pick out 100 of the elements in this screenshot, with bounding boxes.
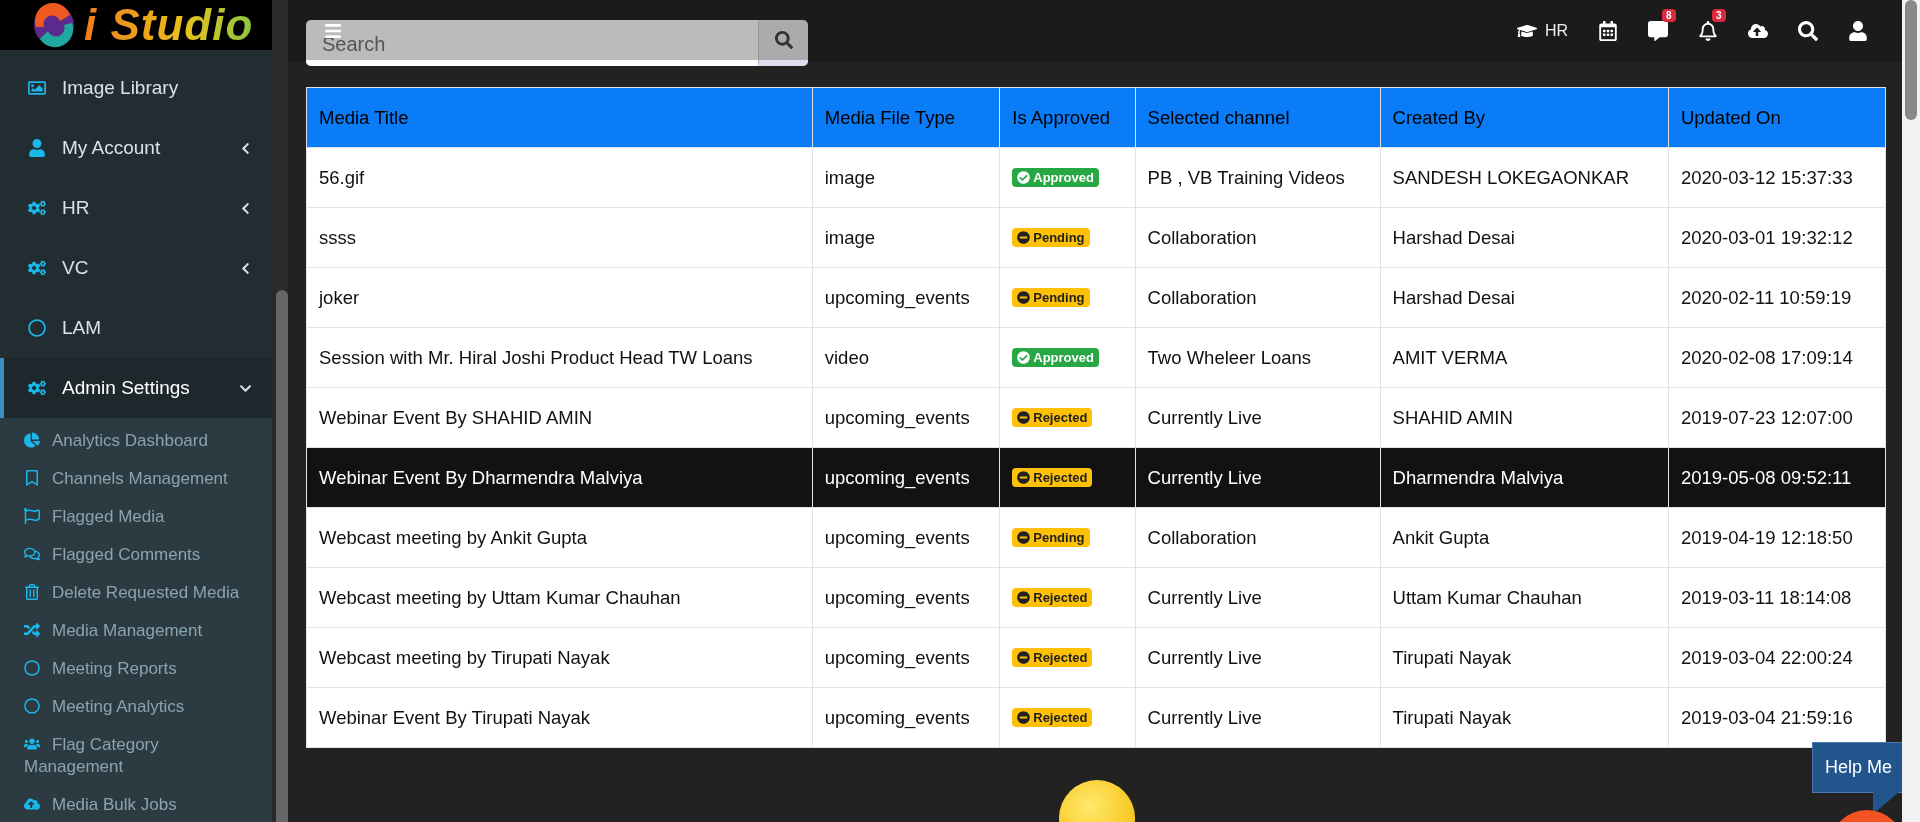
table-cell: upcoming_events [812,447,1000,508]
table-cell: Currently Live [1135,387,1381,448]
table-cell: 56.gif [306,147,813,208]
table-cell: 2019-07-23 12:07:00 [1668,387,1886,448]
table-cell: Ankit Gupta [1380,507,1669,568]
status-badge: Rejected [1012,587,1093,607]
column-header[interactable]: Media File Type [812,87,1000,148]
submenu-item-icon [24,470,40,486]
search-field[interactable]: Search [306,20,758,66]
table-cell: Currently Live [1135,447,1381,508]
column-header[interactable]: Media Title [306,87,813,148]
submenu-item[interactable]: Analytics Dashboard [0,422,272,460]
scrollbar-thumb[interactable] [276,290,288,822]
notification-count-badge: 3 [1712,9,1726,22]
column-header[interactable]: Is Approved [999,87,1136,148]
table-cell: Session with Mr. Hiral Joshi Product Head TW Loans [306,327,813,388]
status-badge: Rejected [1012,407,1093,427]
table-cell: Dharmendra Malviya [1380,447,1669,508]
sidebar-item[interactable]: HR [0,178,272,238]
table-cell: SANDESH LOKEGAONKAR [1380,147,1669,208]
table-cell: Collaboration [1135,507,1381,568]
minus-icon [1017,650,1031,664]
submenu-item-icon [24,508,40,524]
submenu-item[interactable]: Meeting Analytics [0,688,272,726]
check-icon [1017,350,1031,364]
table-cell: 2019-03-04 22:00:24 [1668,627,1886,688]
submenu-item[interactable]: Flagged Media [0,498,272,536]
sidebar-item-icon [26,379,48,397]
status-badge: Rejected [1012,467,1093,487]
submenu-item-icon [24,584,40,600]
table-cell: video [812,327,1000,388]
submenu-item[interactable]: Channels Management [0,460,272,498]
table-cell: Webcast meeting by Tirupati Nayak [306,627,813,688]
table-row[interactable]: 56.gif image Approved PB , VB Training Videos SANDESH LOKEGAONKAR 2020-03-12 15:37:33 [306,147,1886,208]
message-count-badge: 8 [1662,9,1676,22]
table-cell: Two Wheleer Loans [1135,327,1381,388]
search-icon[interactable] [1798,21,1818,41]
table-row[interactable]: Webinar Event By SHAHID AMIN upcoming_events Rejected Currently Live SHAHID AMIN 2019-07-23 12:07:00 [306,387,1886,448]
table-cell: Webcast meeting by Uttam Kumar Chauhan [306,567,813,628]
table-cell: Uttam Kumar Chauhan [1380,567,1669,628]
table-row[interactable]: Webcast meeting by Ankit Gupta upcoming_events Pending Collaboration Ankit Gupta 2019-04-19 12:18:50 [306,507,1886,568]
table-cell: Harshad Desai [1380,207,1669,268]
table-cell: 2020-02-11 10:59:19 [1668,267,1886,328]
minus-icon [1017,470,1031,484]
table-cell: Harshad Desai [1380,267,1669,328]
table-row[interactable]: Webinar Event By Dharmendra Malviya upcoming_events Rejected Currently Live Dharmendra Malviya 2019-05-08 09:52:11 [306,447,1886,508]
role-label[interactable]: HR [1544,22,1568,40]
sidebar-item[interactable]: Image Library [0,58,272,118]
status-badge: Rejected [1012,707,1093,727]
table-cell: 2020-03-12 15:37:33 [1668,147,1886,208]
minus-icon [1017,230,1031,244]
submenu-item[interactable]: Media Bulk Jobs [0,786,272,822]
status-badge: Rejected [1012,647,1093,667]
sidebar-item[interactable]: My Account [0,118,272,178]
minus-icon [1017,530,1031,544]
table-row[interactable]: Webcast meeting by Tirupati Nayak upcoming_events Rejected Currently Live Tirupati Nayak 2019-03-04 22:00:24 [306,627,1886,688]
calendar-icon[interactable] [1598,21,1618,41]
cloud-upload-icon[interactable] [1748,21,1768,41]
submenu-item[interactable]: Flagged Comments [0,536,272,574]
table-row[interactable]: joker upcoming_events Pending Collaboration Harshad Desai 2020-02-11 10:59:19 [306,267,1886,328]
submenu-item[interactable]: Media Management [0,612,272,650]
submenu-item-icon [24,432,40,448]
sidebar-item[interactable]: Admin Settings [0,358,272,418]
table-cell: image [812,207,1000,268]
table-cell: Webinar Event By SHAHID AMIN [306,387,813,448]
sidebar-item-icon [26,79,48,97]
status-badge: Pending [1012,287,1090,307]
column-header[interactable]: Updated On [1668,87,1886,148]
sidebar-item[interactable]: VC [0,238,272,298]
table-cell: 2019-05-08 09:52:11 [1668,447,1886,508]
table-row[interactable]: Webcast meeting by Uttam Kumar Chauhan upcoming_events Rejected Currently Live Uttam Kumar Chauhan 2019-03-11 18:14:08 [306,567,1886,628]
message-icon[interactable] [1648,21,1668,41]
table-row[interactable]: ssss image Pending Collaboration Harshad Desai 2020-03-01 19:32:12 [306,207,1886,268]
table-row[interactable]: Session with Mr. Hiral Joshi Product Head TW Loans video Approved Two Wheleer Loans AMIT VERMA 2020-02-08 17:09:14 [306,327,1886,388]
column-header[interactable]: Created By [1380,87,1669,148]
search-button[interactable] [758,20,808,66]
table-cell: Currently Live [1135,567,1381,628]
submenu-item-icon [24,796,40,812]
status-badge: Pending [1012,227,1090,247]
status-badge: Approved [1012,347,1099,367]
submenu-item[interactable]: Meeting Reports [0,650,272,688]
user-icon[interactable] [1848,21,1868,41]
sidebar-item[interactable]: LAM [0,298,272,358]
sidebar-item-icon [26,199,48,217]
sidebar-item-icon [26,139,48,157]
table-cell: 2019-03-11 18:14:08 [1668,567,1886,628]
table-cell: Tirupati Nayak [1380,627,1669,688]
table-cell: upcoming_events [812,267,1000,328]
table-row[interactable]: Webinar Event By Tirupati Nayak upcoming_events Rejected Currently Live Tirupati Nayak 2019-03-04 21:59:16 [306,687,1886,748]
bell-icon[interactable] [1698,21,1718,41]
status-badge: Approved [1012,167,1099,187]
table-cell: Collaboration [1135,267,1381,328]
table-cell: 2020-02-08 17:09:14 [1668,327,1886,388]
submenu-item[interactable]: Delete Requested Media [0,574,272,612]
table-cell: Tirupati Nayak [1380,687,1669,748]
submenu-item[interactable]: Flag Category Management [0,726,272,786]
column-header[interactable]: Selected channel [1135,87,1381,148]
table-cell: 2019-04-19 12:18:50 [1668,507,1886,568]
minus-icon [1017,590,1031,604]
table-cell: AMIT VERMA [1380,327,1669,388]
